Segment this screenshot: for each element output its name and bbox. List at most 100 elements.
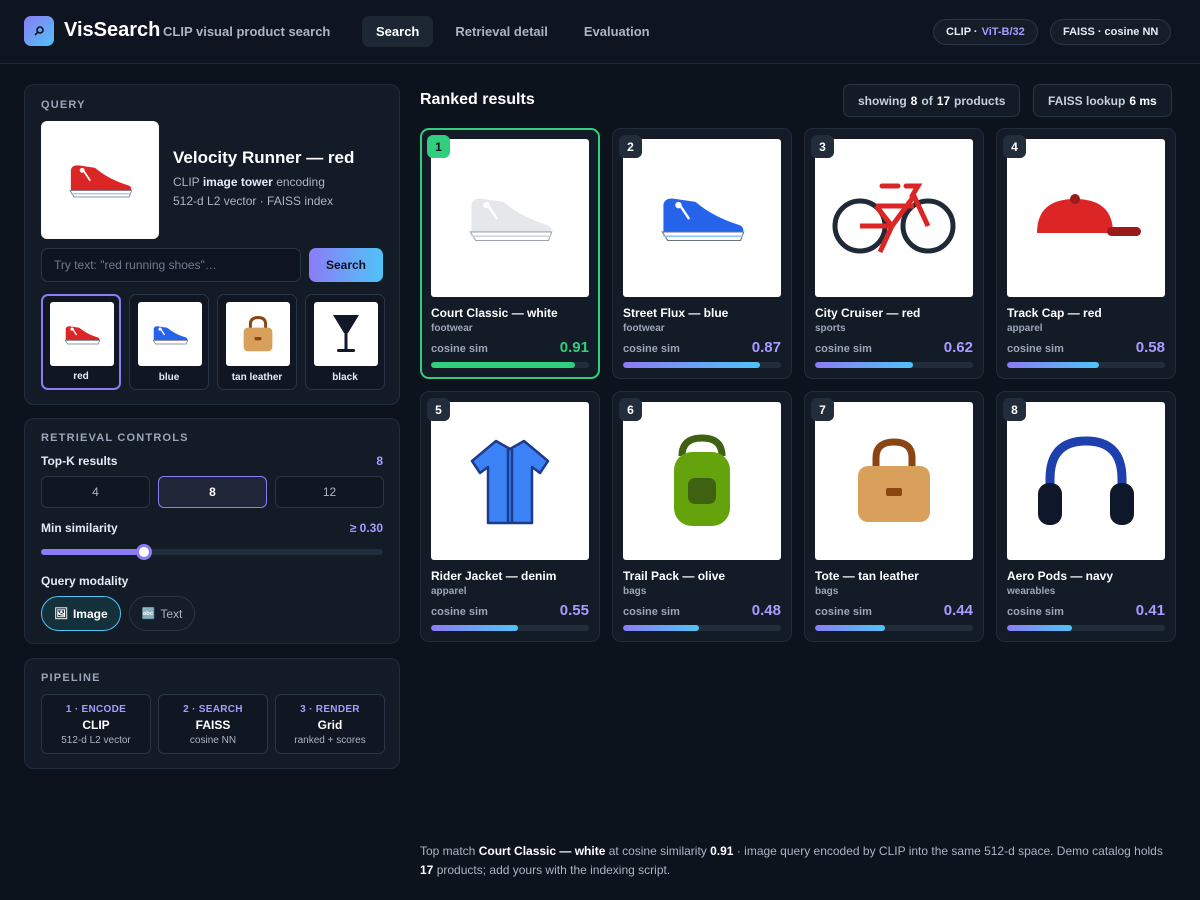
score-label: cosine sim <box>431 606 488 618</box>
shoe-icon <box>661 198 745 242</box>
search-button[interactable]: Search <box>309 248 383 282</box>
logo-icon <box>24 16 54 46</box>
score-bar <box>623 625 781 631</box>
result-name: Rider Jacket — denim <box>431 569 557 583</box>
pipeline-step-number: 3 · RENDER <box>300 704 360 715</box>
pipeline-step-number: 2 · SEARCH <box>183 704 243 715</box>
pipeline-step-encode: 1 · ENCODE CLIP 512-d L2 vector <box>41 694 151 754</box>
text-query-input[interactable]: Try text: "red running shoes"… <box>41 248 301 282</box>
swatch-image <box>138 302 202 366</box>
minsim-slider[interactable] <box>41 544 383 560</box>
query-encoding: CLIP image tower encoding <box>173 175 325 189</box>
score-value: 0.58 <box>1135 339 1165 356</box>
result-card-4[interactable]: 4 Track Cap — red apparel cosine sim 0.5… <box>996 128 1176 379</box>
result-card-6[interactable]: 6 Trail Pack — olive bags cosine sim 0.4… <box>612 391 792 642</box>
topk-option-8[interactable]: 8 <box>158 476 267 508</box>
score-label: cosine sim <box>623 606 680 618</box>
text-icon: 🔤 <box>141 608 156 620</box>
swatch-black[interactable]: black <box>305 294 385 390</box>
pipeline-step-name: FAISS <box>195 718 231 732</box>
rank-badge: 2 <box>619 135 642 158</box>
result-category: bags <box>815 586 839 597</box>
note-score: 0.91 <box>710 844 734 858</box>
result-image <box>815 402 973 560</box>
result-card-5[interactable]: 5 Rider Jacket — denim apparel cosine si… <box>420 391 600 642</box>
topk-option-4[interactable]: 4 <box>41 476 150 508</box>
modality-text-button[interactable]: 🔤 Text <box>128 596 196 631</box>
result-name: City Cruiser — red <box>815 306 921 320</box>
score-value: 0.91 <box>559 339 589 356</box>
result-card-7[interactable]: 7 Tote — tan leather bags cosine sim 0.4… <box>804 391 984 642</box>
encoding-tower: image tower <box>202 175 273 189</box>
image-icon: 🖼 <box>54 608 68 620</box>
modality-text-label: Text <box>160 606 183 621</box>
result-category: apparel <box>431 586 467 597</box>
score-value: 0.87 <box>751 339 781 356</box>
bag-icon <box>858 438 930 522</box>
rank-badge: 3 <box>811 135 834 158</box>
result-image <box>431 402 589 560</box>
showing-of: of <box>921 93 933 108</box>
rank-badge: 5 <box>427 398 450 421</box>
result-name: Track Cap — red <box>1007 306 1102 320</box>
rank-badge: 6 <box>619 398 642 421</box>
topk-option-12[interactable]: 12 <box>275 476 384 508</box>
result-image <box>431 139 589 297</box>
tab-search[interactable]: Search <box>362 16 434 47</box>
result-category: footwear <box>431 323 473 334</box>
score-bar <box>623 362 781 368</box>
rank-badge: 7 <box>811 398 834 421</box>
note-text: products; add yours with the indexing sc… <box>436 863 671 877</box>
note-catalog-count: 17 <box>420 863 434 877</box>
retrieval-controls-panel: RETRIEVAL CONTROLS Top-K results 8 4 8 1… <box>24 418 400 644</box>
shoe-icon <box>69 165 133 198</box>
bicycle-icon <box>832 183 956 254</box>
minsim-value: ≥ 0.30 <box>349 521 383 535</box>
swatch-image <box>226 302 290 366</box>
score-bar-fill <box>1007 362 1099 368</box>
score-bar <box>815 625 973 631</box>
swatch-blue[interactable]: blue <box>129 294 209 390</box>
note-text: at cosine similarity <box>608 844 707 858</box>
slider-thumb[interactable] <box>135 544 152 560</box>
result-card-1[interactable]: 1 Court Classic — white footwear cosine … <box>420 128 600 379</box>
index-badge: FAISS · cosine NN <box>1050 19 1172 45</box>
score-value: 0.55 <box>559 602 589 619</box>
pipeline-step-desc: 512-d L2 vector <box>61 735 131 746</box>
score-label: cosine sim <box>815 606 872 618</box>
tab-retrieval-detail[interactable]: Retrieval detail <box>441 16 562 47</box>
score-value: 0.41 <box>1135 602 1165 619</box>
score-value: 0.62 <box>943 339 973 356</box>
shoe-icon <box>469 198 553 242</box>
pipeline-step-number: 1 · ENCODE <box>65 704 127 715</box>
rank-badge: 1 <box>427 135 450 158</box>
pipeline-step-name: CLIP <box>82 718 110 732</box>
query-product-name: Velocity Runner — red <box>173 148 355 167</box>
result-image <box>815 139 973 297</box>
note-top-match: Court Classic — white <box>478 844 606 858</box>
query-image <box>41 121 159 239</box>
query-swatches: red blue tan leather black <box>41 294 385 390</box>
swatch-tan-leather[interactable]: tan leather <box>217 294 297 390</box>
score-value: 0.44 <box>943 602 973 619</box>
pipeline-step-desc: cosine NN <box>189 735 237 746</box>
score-bar-fill <box>431 362 575 368</box>
result-name: Aero Pods — navy <box>1007 569 1114 583</box>
swatch-red[interactable]: red <box>41 294 121 390</box>
showing-prefix: showing <box>858 93 907 108</box>
glass-icon <box>333 315 359 352</box>
result-card-3[interactable]: 3 City Cruiser — red sports cosine sim 0… <box>804 128 984 379</box>
topk-label: Top-K results <box>41 454 118 468</box>
result-card-8[interactable]: 8 Aero Pods — navy wearables cosine sim … <box>996 391 1176 642</box>
result-name: Trail Pack — olive <box>623 569 726 583</box>
showing-count: 8 <box>910 93 918 108</box>
modality-image-button[interactable]: 🖼 Image <box>41 596 121 631</box>
rank-badge: 4 <box>1003 135 1026 158</box>
pipeline-step-desc: ranked + scores <box>294 735 366 746</box>
showing-total: 17 <box>936 93 951 108</box>
score-label: cosine sim <box>623 343 680 355</box>
result-card-2[interactable]: 2 Street Flux — blue footwear cosine sim… <box>612 128 792 379</box>
tab-evaluation[interactable]: Evaluation <box>570 16 664 47</box>
result-image <box>623 402 781 560</box>
score-bar-fill <box>1007 625 1072 631</box>
